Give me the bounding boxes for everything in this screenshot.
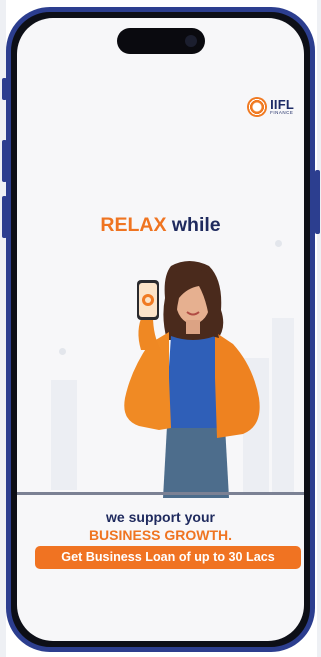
- stage-floor: [17, 492, 304, 495]
- iifl-logo: IIFL FINANCE: [247, 97, 294, 117]
- logo-subtext: FINANCE: [270, 110, 294, 116]
- page-edge-right: [317, 0, 321, 657]
- background-bar: [272, 318, 294, 493]
- phone-screen: IIFL FINANCE RELAX while we support your…: [17, 18, 304, 641]
- headline-relax: RELAX: [100, 214, 167, 236]
- background-dot: [59, 348, 66, 355]
- iifl-logo-icon: [247, 97, 268, 117]
- dynamic-island: [116, 28, 205, 54]
- tagline-line1: we support your: [106, 509, 215, 525]
- business-loan-cta-button[interactable]: Get Business Loan of up to 30 Lacs: [35, 546, 301, 569]
- background-bar: [51, 380, 77, 490]
- power-button: [315, 170, 320, 234]
- ad-headline: RELAX while: [17, 214, 304, 237]
- background-dot: [275, 240, 282, 247]
- tagline-line2: BUSINESS GROWTH.: [88, 527, 233, 543]
- phone-frame: IIFL FINANCE RELAX while we support your…: [6, 7, 315, 652]
- model-illustration: [124, 261, 260, 498]
- iifl-logo-wordmark: IIFL FINANCE: [270, 98, 294, 116]
- camera-icon: [184, 35, 197, 47]
- headline-while: while: [166, 214, 221, 236]
